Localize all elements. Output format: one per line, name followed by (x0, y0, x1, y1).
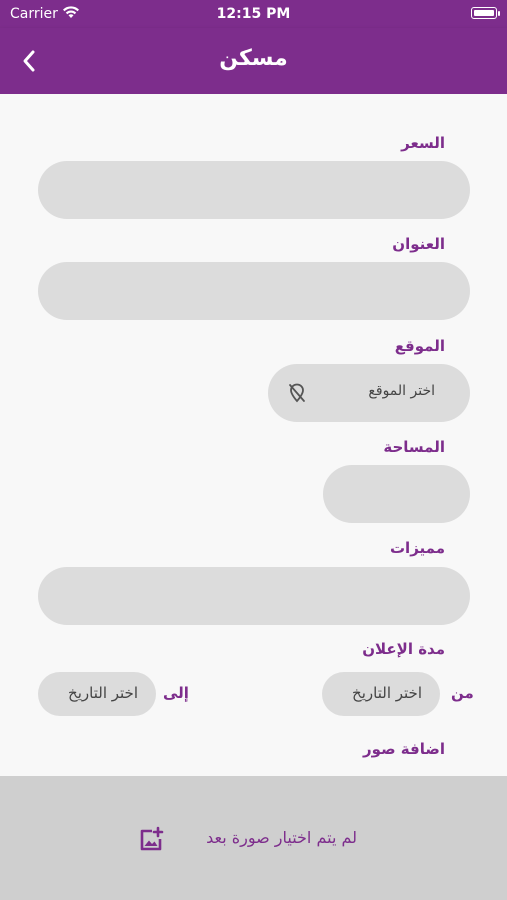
features-input[interactable] (38, 567, 470, 625)
area-input[interactable] (323, 465, 470, 523)
to-date-placeholder: اختر التاريخ (68, 684, 138, 702)
ad-duration-label: مدة الإعلان (362, 640, 445, 658)
location-label: الموقع (394, 337, 445, 355)
from-date-placeholder: اختر التاريخ (352, 684, 422, 702)
no-image-message: لم يتم اختيار صورة بعد (206, 828, 357, 847)
from-date-picker[interactable]: اختر التاريخ (322, 672, 440, 716)
area-label: المساحة (383, 438, 445, 456)
to-label: إلى (163, 684, 189, 702)
add-images-label: اضافة صور (363, 740, 445, 758)
add-photo-icon[interactable] (138, 825, 166, 857)
location-placeholder: اختر الموقع (368, 383, 435, 399)
from-label: من (451, 684, 474, 702)
image-picker-area[interactable]: لم يتم اختيار صورة بعد (0, 776, 507, 900)
features-label: مميزات (389, 539, 445, 557)
battery-icon (471, 7, 500, 19)
price-input[interactable] (38, 161, 470, 219)
address-input[interactable] (38, 262, 470, 320)
location-off-icon (288, 383, 306, 407)
price-label: السعر (401, 134, 445, 152)
address-label: العنوان (392, 235, 445, 253)
location-picker-button[interactable]: اختر الموقع (268, 364, 470, 422)
to-date-picker[interactable]: اختر التاريخ (38, 672, 156, 716)
status-bar: Carrier 12:15 PM (0, 0, 507, 28)
form-content: السعر العنوان الموقع اختر الموقع المساحة… (0, 94, 507, 776)
status-time: 12:15 PM (216, 6, 291, 22)
page-title: مسكن (219, 46, 288, 71)
app-bar: مسكن (0, 28, 507, 94)
